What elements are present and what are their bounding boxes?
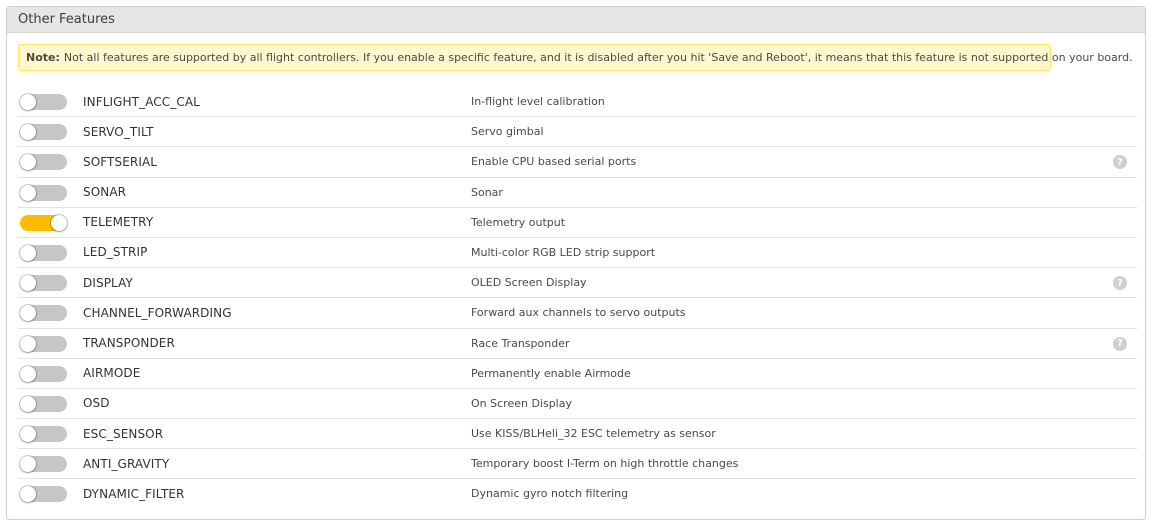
feature-name: LED_STRIP bbox=[83, 245, 148, 260]
feature-name: AIRMODE bbox=[83, 366, 141, 381]
feature-name: TELEMETRY bbox=[83, 215, 154, 230]
feature-description: OLED Screen Display bbox=[471, 276, 587, 290]
feature-toggle[interactable] bbox=[20, 426, 67, 443]
feature-description: In-flight level calibration bbox=[471, 95, 605, 108]
toggle-knob bbox=[20, 275, 36, 292]
feature-list: INFLIGHT_ACC_CAL In-flight level calibrat… bbox=[18, 87, 1137, 510]
toggle-knob bbox=[20, 395, 36, 412]
toggle-knob bbox=[20, 154, 36, 171]
feature-row-inflight-acc-cal: INFLIGHT_ACC_CAL In-flight level calibrat… bbox=[18, 87, 1137, 118]
toggle-knob bbox=[20, 365, 36, 382]
toggle-knob bbox=[20, 456, 36, 473]
toggle-knob bbox=[20, 94, 36, 110]
feature-toggle[interactable] bbox=[20, 275, 67, 292]
feature-description: Race Transponder bbox=[471, 336, 570, 350]
feature-toggle[interactable] bbox=[20, 395, 67, 412]
feature-name: INFLIGHT_ACC_CAL bbox=[83, 94, 200, 109]
note-text: Not all features are supported by all fl… bbox=[63, 51, 1133, 64]
feature-toggle[interactable] bbox=[20, 244, 67, 261]
panel-header: Other Features bbox=[7, 7, 1145, 33]
feature-description: Telemetry output bbox=[471, 215, 566, 229]
feature-toggle[interactable] bbox=[20, 335, 67, 352]
note-label: Note: bbox=[26, 51, 60, 64]
help-icon[interactable]: ? bbox=[1113, 155, 1127, 170]
toggle-knob bbox=[20, 124, 36, 141]
panel-title: Other Features bbox=[18, 12, 115, 27]
feature-name: SOFTSERIAL bbox=[83, 154, 158, 169]
feature-description: Servo gimbal bbox=[471, 125, 544, 139]
toggle-knob bbox=[20, 335, 36, 352]
feature-name: ESC_SENSOR bbox=[83, 426, 164, 441]
feature-row-sonar: SONAR Sonar bbox=[18, 178, 1137, 208]
feature-toggle[interactable] bbox=[20, 154, 67, 171]
toggle-knob bbox=[51, 214, 67, 231]
feature-row-servo-tilt: SERVO_TILT Servo gimbal bbox=[18, 117, 1137, 148]
toggle-knob bbox=[20, 184, 36, 201]
feature-toggle[interactable] bbox=[20, 365, 67, 382]
feature-description: Permanently enable Airmode bbox=[471, 366, 631, 380]
feature-name: SERVO_TILT bbox=[83, 124, 154, 139]
feature-description: On Screen Display bbox=[471, 396, 572, 410]
help-icon[interactable]: ? bbox=[1113, 336, 1127, 351]
toggle-knob bbox=[20, 305, 36, 322]
toggle-knob bbox=[20, 244, 36, 261]
feature-description: Temporary boost I-Term on high throttle … bbox=[471, 457, 739, 471]
feature-toggle[interactable] bbox=[20, 305, 67, 322]
feature-description: Multi-color RGB LED strip support bbox=[471, 245, 656, 259]
feature-name: CHANNEL_FORWARDING bbox=[83, 305, 232, 320]
feature-description: Use KISS/BLHeli_32 ESC telemetry as sens… bbox=[471, 427, 716, 441]
feature-toggle[interactable] bbox=[20, 486, 67, 503]
feature-row-softserial: SOFTSERIAL Enable CPU based serial ports? bbox=[18, 147, 1137, 178]
feature-toggle[interactable] bbox=[20, 124, 67, 141]
feature-description: Forward aux channels to servo outputs bbox=[471, 306, 686, 320]
other-features-panel: Other Features Note: Not all features ar… bbox=[6, 6, 1146, 520]
feature-name: DISPLAY bbox=[83, 275, 133, 290]
feature-name: DYNAMIC_FILTER bbox=[83, 486, 185, 501]
feature-description: Enable CPU based serial ports bbox=[471, 155, 637, 169]
toggle-knob bbox=[20, 426, 36, 443]
feature-row-led-strip: LED_STRIP Multi-color RGB LED strip suppo… bbox=[18, 238, 1137, 269]
feature-row-transponder: TRANSPONDER Race Transponder? bbox=[18, 329, 1137, 359]
feature-toggle[interactable] bbox=[20, 456, 67, 473]
feature-row-channel-forwarding: CHANNEL_FORWARDING Forward aux channels t… bbox=[18, 298, 1137, 329]
toggle-knob bbox=[20, 486, 36, 503]
feature-name: SONAR bbox=[83, 185, 127, 200]
help-icon[interactable]: ? bbox=[1113, 276, 1127, 291]
feature-row-dynamic-filter: DYNAMIC_FILTER Dynamic gyro notch filteri… bbox=[18, 479, 1137, 509]
feature-row-esc-sensor: ESC_SENSOR Use KISS/BLHeli_32 ESC telemet… bbox=[18, 419, 1137, 450]
feature-toggle[interactable] bbox=[20, 94, 67, 110]
feature-row-osd: OSD On Screen Display bbox=[18, 389, 1137, 420]
feature-row-airmode: AIRMODE Permanently enable Airmode bbox=[18, 359, 1137, 389]
feature-row-anti-gravity: ANTI_GRAVITY Temporary boost I-Term on hi… bbox=[18, 449, 1137, 480]
feature-row-telemetry: TELEMETRY Telemetry output bbox=[18, 208, 1137, 238]
feature-name: TRANSPONDER bbox=[83, 336, 175, 350]
feature-name: ANTI_GRAVITY bbox=[83, 456, 170, 471]
feature-toggle[interactable] bbox=[20, 184, 67, 201]
feature-description: Sonar bbox=[471, 185, 503, 199]
feature-toggle[interactable] bbox=[20, 214, 67, 231]
feature-name: OSD bbox=[83, 396, 110, 411]
feature-row-display: DISPLAY OLED Screen Display? bbox=[18, 268, 1137, 299]
feature-description: Dynamic gyro notch filtering bbox=[471, 487, 629, 501]
note-box: Note: Not all features are supported by … bbox=[18, 44, 1133, 71]
